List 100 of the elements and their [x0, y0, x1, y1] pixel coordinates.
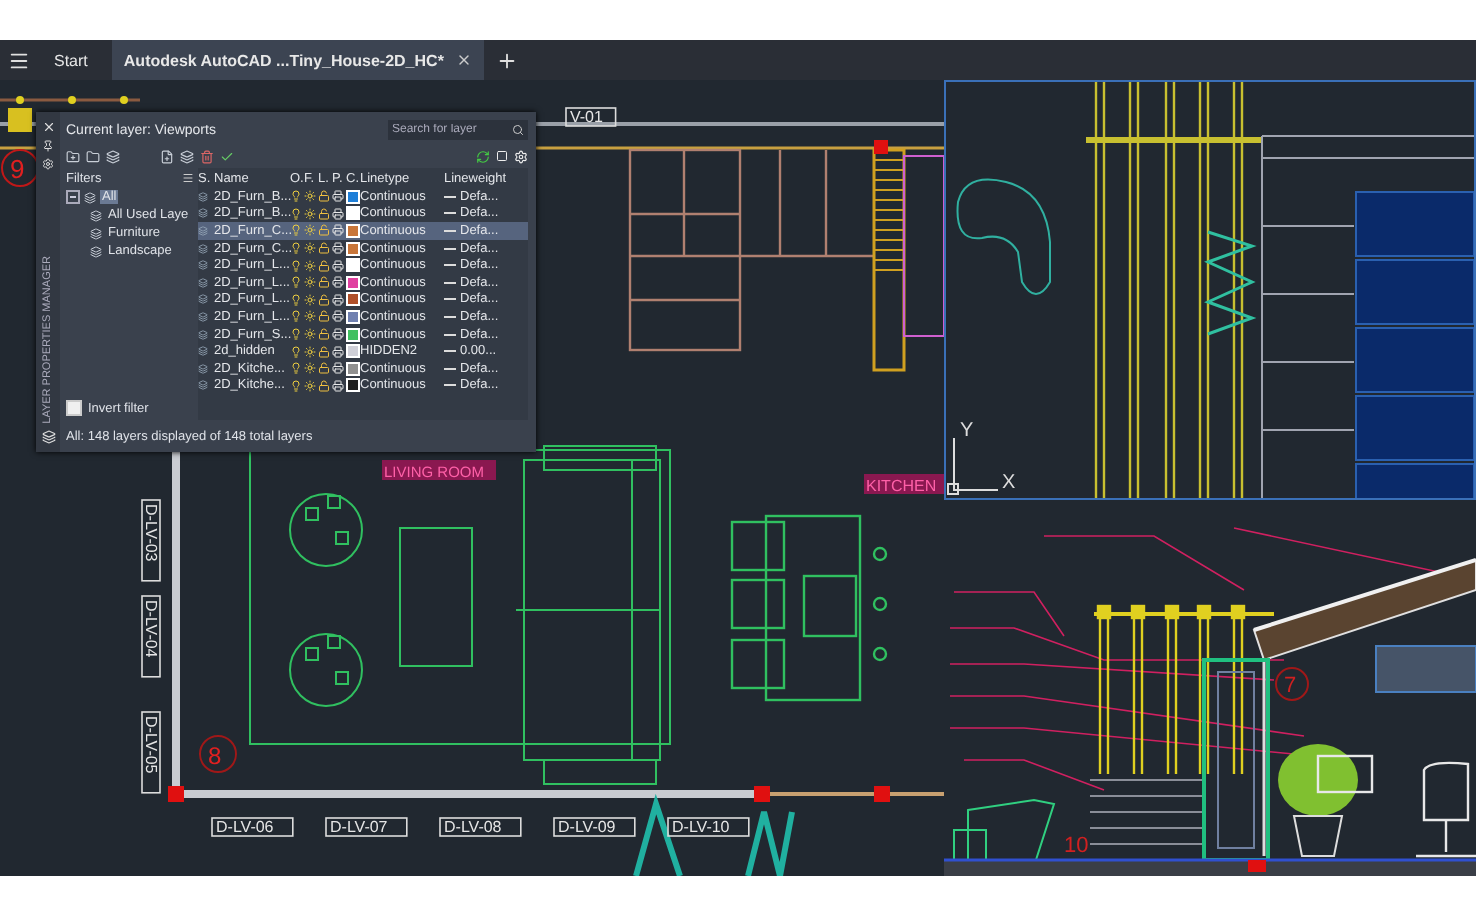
refresh-icon[interactable]	[476, 149, 490, 163]
lock-icon[interactable]	[318, 224, 330, 237]
lock-icon[interactable]	[318, 310, 330, 323]
lock-icon[interactable]	[318, 345, 330, 358]
color-swatch[interactable]	[346, 189, 360, 204]
lightbulb-icon[interactable]	[290, 328, 302, 341]
elevation-tag: D-LV-04	[141, 595, 161, 678]
layer-icon	[198, 277, 208, 288]
layer-icon	[198, 346, 208, 357]
menu-icon[interactable]	[8, 49, 30, 71]
document-tab[interactable]: Start	[42, 40, 100, 80]
lock-icon[interactable]	[318, 242, 330, 255]
sun-icon[interactable]	[304, 345, 316, 358]
lock-icon[interactable]	[318, 259, 330, 272]
lightbulb-icon[interactable]	[290, 259, 302, 272]
sun-icon[interactable]	[304, 190, 316, 203]
layer-icon	[198, 191, 208, 202]
printer-icon[interactable]	[332, 276, 344, 289]
lock-icon[interactable]	[318, 379, 330, 392]
new-layer-icon[interactable]	[160, 149, 174, 163]
layer-states-icon[interactable]	[106, 149, 120, 163]
layer-icon	[198, 243, 208, 254]
lock-icon[interactable]	[318, 362, 330, 375]
printer-icon[interactable]	[332, 207, 344, 220]
new-tab-icon[interactable]	[495, 49, 518, 71]
filter-icon	[84, 191, 96, 203]
settings-icon[interactable]	[514, 149, 528, 163]
layer-icon[interactable]	[180, 149, 194, 163]
grip-marker[interactable]	[8, 108, 32, 132]
lock-icon[interactable]	[318, 190, 330, 203]
printer-icon[interactable]	[332, 328, 344, 341]
printer-icon[interactable]	[332, 242, 344, 255]
sun-icon[interactable]	[304, 379, 316, 392]
printer-icon[interactable]	[332, 362, 344, 375]
lightbulb-icon[interactable]	[290, 345, 302, 358]
elevation-tag: D-LV-06	[211, 817, 294, 837]
pin-icon[interactable]	[42, 140, 54, 152]
printer-icon[interactable]	[332, 293, 344, 306]
sun-icon[interactable]	[304, 242, 316, 255]
color-swatch[interactable]	[346, 327, 360, 342]
section-marker: 9	[1, 149, 39, 187]
lightbulb-icon[interactable]	[290, 379, 302, 392]
lightbulb-icon[interactable]	[290, 207, 302, 220]
layers-icon[interactable]	[41, 430, 55, 444]
color-swatch[interactable]	[346, 275, 360, 290]
layer-icon	[198, 225, 208, 236]
lock-icon[interactable]	[318, 328, 330, 341]
filter-icon	[90, 227, 102, 239]
color-swatch[interactable]	[346, 223, 360, 238]
layer-icon	[198, 329, 208, 340]
lightbulb-icon[interactable]	[290, 310, 302, 323]
new-filter-icon[interactable]	[66, 149, 80, 163]
set-current-icon[interactable]	[220, 149, 234, 163]
color-swatch[interactable]	[346, 309, 360, 324]
printer-icon[interactable]	[332, 379, 344, 392]
lock-icon[interactable]	[318, 293, 330, 306]
layer-icon	[198, 380, 208, 391]
settings-icon[interactable]	[42, 158, 54, 170]
color-swatch[interactable]	[346, 258, 360, 273]
square-icon[interactable]	[496, 150, 508, 162]
lightbulb-icon[interactable]	[290, 293, 302, 306]
close-icon[interactable]	[455, 52, 472, 68]
zigzag-drawing	[1204, 230, 1257, 336]
delete-icon[interactable]	[200, 149, 214, 163]
sofa-drawing	[956, 178, 1051, 295]
color-swatch[interactable]	[346, 378, 360, 393]
sun-icon[interactable]	[304, 224, 316, 237]
printer-icon[interactable]	[332, 345, 344, 358]
document-tab[interactable]: Autodesk AutoCAD ...Tiny_House-2D_HC*	[111, 40, 484, 80]
lock-icon[interactable]	[318, 276, 330, 289]
collapse-icon[interactable]	[66, 190, 80, 204]
sun-icon[interactable]	[304, 310, 316, 323]
printer-icon[interactable]	[332, 259, 344, 272]
elevation-tag: D-LV-09	[553, 817, 636, 837]
sun-icon[interactable]	[304, 276, 316, 289]
printer-icon[interactable]	[332, 224, 344, 237]
search-icon[interactable]	[512, 124, 524, 136]
color-swatch[interactable]	[346, 361, 360, 376]
sun-icon[interactable]	[304, 259, 316, 272]
sun-icon[interactable]	[304, 293, 316, 306]
folder-icon[interactable]	[86, 149, 100, 163]
layer-icon	[198, 294, 208, 305]
color-swatch[interactable]	[346, 292, 360, 307]
color-swatch[interactable]	[346, 206, 360, 221]
layer-icon	[198, 363, 208, 374]
lock-icon[interactable]	[318, 207, 330, 220]
color-swatch[interactable]	[346, 344, 360, 359]
close-icon[interactable]	[41, 120, 55, 134]
sun-icon[interactable]	[304, 362, 316, 375]
color-swatch[interactable]	[346, 241, 360, 256]
lightbulb-icon[interactable]	[290, 242, 302, 255]
lightbulb-icon[interactable]	[290, 362, 302, 375]
printer-icon[interactable]	[332, 310, 344, 323]
lightbulb-icon[interactable]	[290, 224, 302, 237]
sun-icon[interactable]	[304, 328, 316, 341]
sun-icon[interactable]	[304, 207, 316, 220]
printer-icon[interactable]	[332, 190, 344, 203]
lightbulb-icon[interactable]	[290, 276, 302, 289]
room-label: KITCHEN	[864, 474, 944, 495]
lightbulb-icon[interactable]	[290, 190, 302, 203]
